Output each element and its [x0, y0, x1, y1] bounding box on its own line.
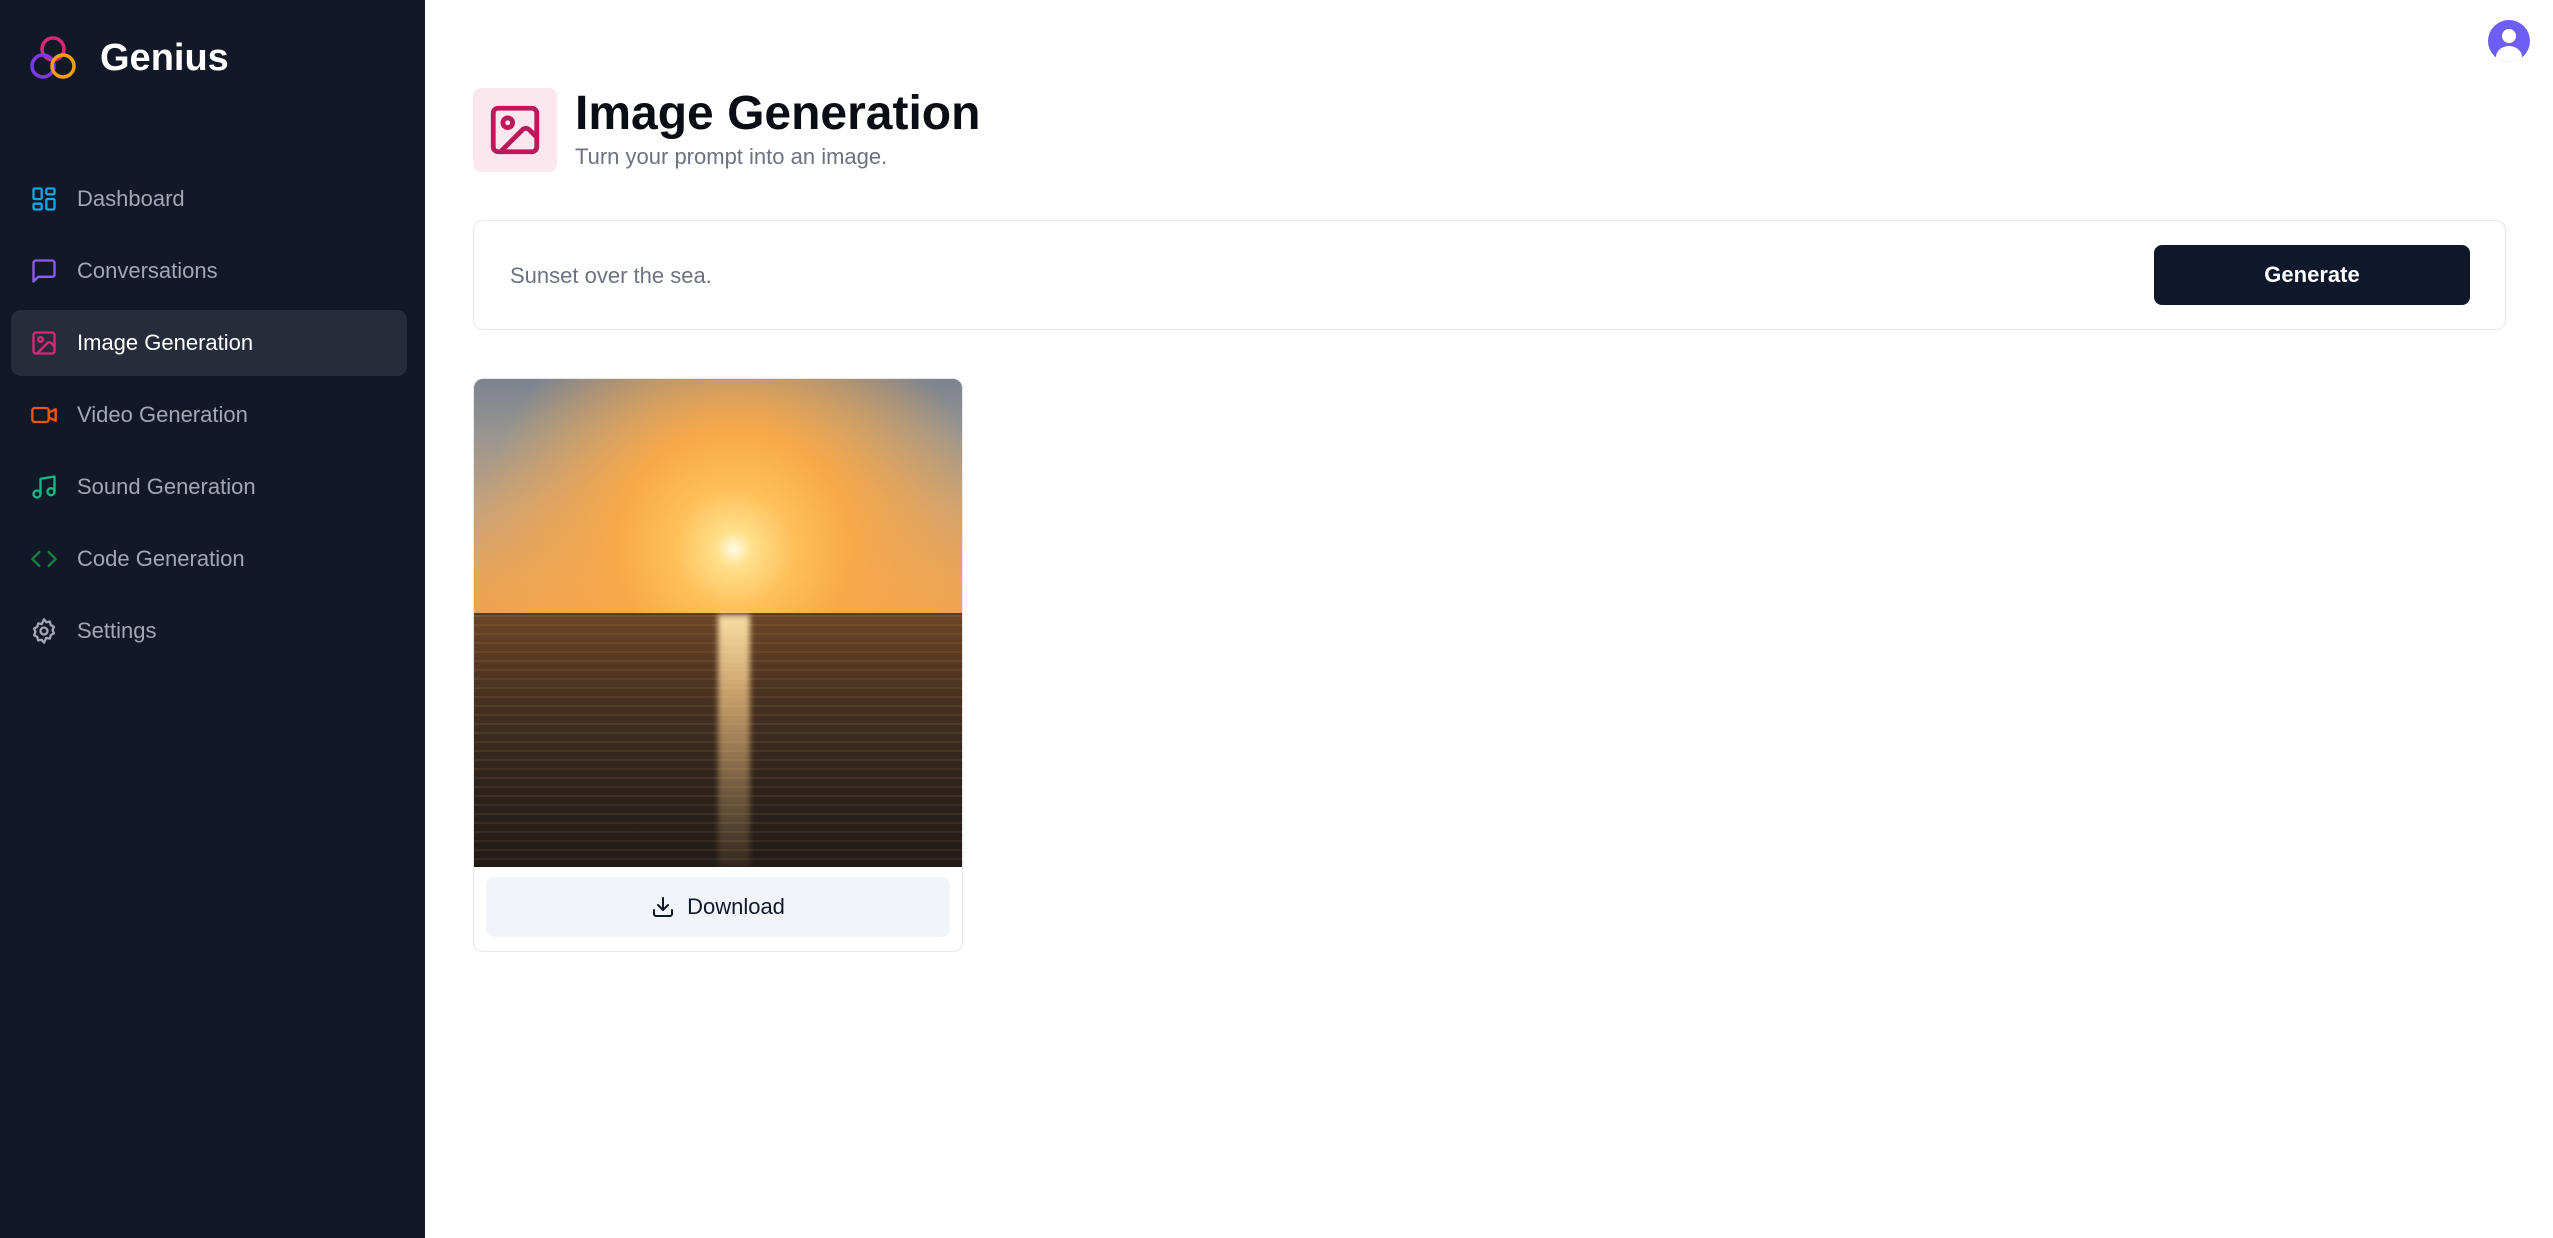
layout-dashboard-icon	[29, 184, 59, 214]
sidebar-item-label: Dashboard	[77, 186, 185, 211]
download-button[interactable]: Download	[486, 877, 950, 937]
sidebar-item-label: Conversations	[77, 258, 218, 283]
user-avatar-icon	[2502, 29, 2516, 43]
image-icon	[29, 328, 59, 358]
download-icon	[653, 897, 674, 917]
sidebar-item-image-generation[interactable]: Image Generation	[11, 310, 407, 376]
image-result-card: Download	[473, 378, 963, 952]
sidebar-item-dashboard[interactable]: Dashboard	[11, 166, 407, 232]
sidebar-item-label: Sound Generation	[77, 474, 256, 499]
prompt-input[interactable]	[510, 251, 2110, 301]
image-icon	[490, 105, 540, 155]
sidebar-item-conversations[interactable]: Conversations	[11, 238, 407, 304]
sidebar-item-settings[interactable]: Settings	[11, 598, 407, 664]
sidebar-item-label: Video Generation	[77, 402, 248, 427]
video-icon	[29, 400, 59, 430]
prompt-form: Generate	[473, 220, 2506, 330]
settings-icon	[29, 616, 59, 646]
user-avatar-button[interactable]	[2488, 20, 2530, 62]
message-square-icon	[29, 256, 59, 286]
sidebar-item-label: Image Generation	[77, 330, 254, 355]
sidebar-item-sound-generation[interactable]: Sound Generation	[11, 454, 407, 520]
code-icon	[29, 544, 59, 574]
page-subtitle: Turn your prompt into an image.	[575, 144, 888, 169]
generate-button[interactable]: Generate	[2154, 245, 2470, 305]
page-icon-box	[473, 88, 557, 172]
sidebar-item-label: Code Generation	[77, 546, 245, 571]
sidebar: Genius Dashboard Conversations Image Gen…	[0, 0, 425, 1238]
brand-logo-link[interactable]: Genius	[28, 34, 229, 82]
generated-image	[474, 379, 962, 867]
sidebar-item-code-generation[interactable]: Code Generation	[11, 526, 407, 592]
genius-logo-icon	[30, 36, 76, 79]
download-label: Download	[687, 894, 785, 919]
sidebar-nav: Dashboard Conversations Image Generation	[11, 166, 407, 670]
sidebar-item-video-generation[interactable]: Video Generation	[11, 382, 407, 448]
sidebar-item-label: Settings	[77, 618, 157, 643]
page-title: Image Generation	[575, 87, 981, 140]
music-icon	[29, 472, 59, 502]
app-name: Genius	[100, 36, 229, 79]
